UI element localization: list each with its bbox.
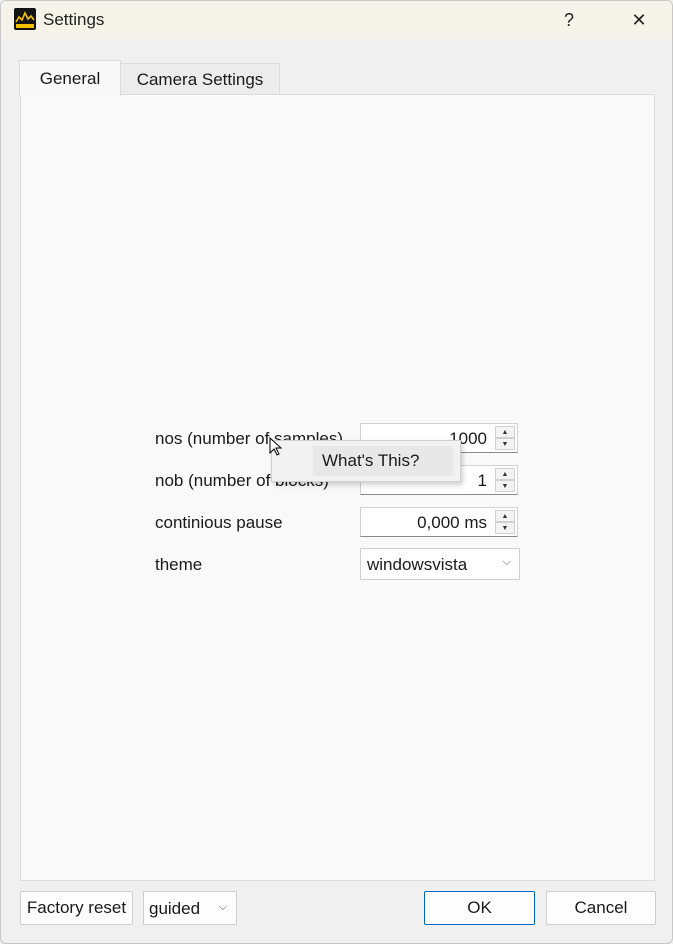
mode-value: guided (149, 899, 201, 918)
general-tab-panel (20, 94, 655, 881)
close-icon[interactable]: ✕ (616, 1, 662, 39)
cancel-button[interactable]: Cancel (546, 891, 656, 925)
mouse-cursor-icon (269, 437, 283, 456)
nos-decrement-button[interactable]: ▼ (495, 438, 515, 450)
theme-label: theme (155, 555, 203, 574)
nob-increment-button[interactable]: ▲ (495, 468, 515, 480)
context-menu: What's This? (271, 440, 461, 482)
nos-increment-button[interactable]: ▲ (495, 426, 515, 438)
ok-button[interactable]: OK (424, 891, 535, 925)
pause-label: continious pause (155, 513, 283, 532)
pause-value[interactable]: 0,000 ms (417, 513, 487, 533)
mode-select[interactable]: guided ⌵ (143, 891, 237, 925)
tab-general[interactable]: General (19, 60, 121, 96)
title-bar: Settings ? ✕ (1, 1, 672, 39)
settings-dialog: Settings ? ✕ General Camera Settings nos… (0, 0, 673, 944)
whats-this-menu-item[interactable]: What's This? (322, 451, 419, 471)
nob-value[interactable]: 1 (478, 471, 487, 491)
chevron-down-icon: ⌵ (218, 901, 227, 913)
theme-select[interactable]: windowsvista ⌵ (360, 548, 520, 580)
theme-value: windowsvista (367, 555, 468, 574)
help-icon[interactable]: ? (546, 1, 592, 39)
nob-decrement-button[interactable]: ▼ (495, 480, 515, 492)
chevron-down-icon: ⌵ (502, 556, 511, 568)
oscilloscope-app-icon (14, 8, 36, 30)
pause-decrement-button[interactable]: ▼ (495, 522, 515, 534)
pause-spinbox[interactable]: 0,000 ms ▲ ▼ (360, 507, 518, 537)
tab-camera-settings[interactable]: Camera Settings (120, 63, 280, 95)
factory-reset-button[interactable]: Factory reset (20, 891, 133, 925)
window-title: Settings (43, 10, 105, 29)
pause-increment-button[interactable]: ▲ (495, 510, 515, 522)
